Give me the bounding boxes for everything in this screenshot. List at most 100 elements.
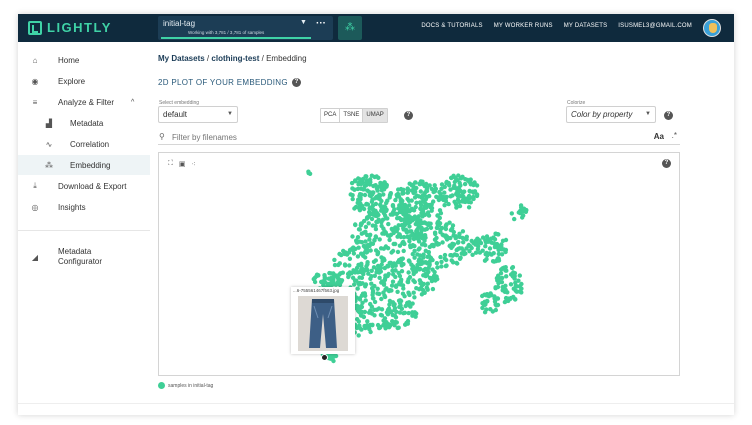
embedding-point[interactable] xyxy=(422,227,428,232)
embedding-point[interactable] xyxy=(382,213,388,218)
embedding-point[interactable] xyxy=(504,274,509,279)
embedding-point[interactable] xyxy=(415,227,420,232)
embedding-point[interactable] xyxy=(384,200,389,206)
nav-docs-tutorials[interactable]: DOCS & TUTORIALS xyxy=(421,23,482,29)
embedding-point[interactable] xyxy=(377,237,382,242)
help-icon[interactable]: ? xyxy=(662,159,671,168)
embedding-point[interactable] xyxy=(376,266,382,271)
embedding-point[interactable] xyxy=(406,270,411,275)
embedding-point[interactable] xyxy=(471,190,476,195)
embedding-point[interactable] xyxy=(393,268,398,273)
embedding-point[interactable] xyxy=(458,255,463,260)
embedding-point[interactable] xyxy=(508,272,514,277)
embedding-point[interactable] xyxy=(487,246,493,251)
embedding-point[interactable] xyxy=(505,296,511,301)
embedding-point[interactable] xyxy=(484,250,489,256)
tag-select[interactable]: initial-tag ▼ ··· Working with 3,781 / 3… xyxy=(158,16,333,40)
embedding-point[interactable] xyxy=(426,250,431,255)
image-icon[interactable]: ▣ xyxy=(179,160,186,168)
more-icon[interactable]: ··· xyxy=(316,18,326,29)
embedding-point[interactable] xyxy=(383,326,388,331)
embedding-point[interactable] xyxy=(382,318,387,324)
sidebar-item-correlation[interactable]: ∿ Correlation xyxy=(18,134,150,154)
embedding-point[interactable] xyxy=(361,218,367,224)
embedding-point[interactable] xyxy=(352,187,357,192)
embedding-point[interactable] xyxy=(362,323,367,329)
embedding-point[interactable] xyxy=(356,319,361,324)
embedding-point[interactable] xyxy=(480,305,485,311)
embedding-point[interactable] xyxy=(364,202,369,207)
lightly-logo[interactable]: LIGHTLY xyxy=(28,20,112,35)
embedding-point[interactable] xyxy=(446,201,451,207)
embedding-point[interactable] xyxy=(365,232,370,238)
embedding-point[interactable] xyxy=(412,295,417,300)
help-icon[interactable]: ? xyxy=(292,78,301,87)
embedding-point[interactable] xyxy=(397,215,402,221)
embedding-point[interactable] xyxy=(510,265,516,270)
embedding-point[interactable] xyxy=(376,217,381,222)
embedding-point[interactable] xyxy=(314,273,319,279)
embedding-point[interactable] xyxy=(306,170,311,176)
embedding-point[interactable] xyxy=(401,225,406,231)
embedding-point[interactable] xyxy=(424,273,430,278)
embedding-point[interactable] xyxy=(508,282,514,287)
embedding-point[interactable] xyxy=(350,275,356,280)
embedding-point[interactable] xyxy=(388,191,393,196)
embedding-point[interactable] xyxy=(400,291,406,296)
embedding-point[interactable] xyxy=(411,271,416,277)
embedding-point[interactable] xyxy=(367,326,372,332)
embedding-point[interactable] xyxy=(417,181,422,186)
sidebar-item-insights[interactable]: ◎ Insights xyxy=(18,197,150,217)
embedding-point[interactable] xyxy=(354,240,360,245)
embedding-point[interactable] xyxy=(396,194,402,199)
embedding-point[interactable] xyxy=(449,175,454,180)
embedding-point[interactable] xyxy=(393,227,399,232)
embedding-point[interactable] xyxy=(434,235,439,241)
embedding-point[interactable] xyxy=(448,253,453,258)
embedding-point[interactable] xyxy=(453,185,458,191)
embedding-point[interactable] xyxy=(412,195,418,200)
embedding-point[interactable] xyxy=(391,321,396,327)
embedding-point[interactable] xyxy=(427,261,432,267)
nav-my-datasets[interactable]: MY DATASETS xyxy=(564,23,608,29)
embedding-scatter[interactable] xyxy=(159,153,680,376)
embedding-point[interactable] xyxy=(437,215,442,221)
embedding-point[interactable] xyxy=(380,258,385,263)
embedding-point[interactable] xyxy=(355,254,361,259)
embedding-point[interactable] xyxy=(363,282,369,287)
embedding-point[interactable] xyxy=(444,236,450,241)
help-icon[interactable]: ? xyxy=(664,111,673,120)
embedding-point[interactable] xyxy=(424,181,429,187)
embedding-point[interactable] xyxy=(422,220,427,225)
embedding-point[interactable] xyxy=(404,218,409,223)
embedding-point[interactable] xyxy=(433,231,438,237)
embedding-point[interactable] xyxy=(513,280,518,285)
embedding-point[interactable] xyxy=(395,260,401,265)
embedding-point[interactable] xyxy=(365,267,370,273)
embedding-point[interactable] xyxy=(417,200,423,205)
embedding-point[interactable] xyxy=(410,310,415,315)
embedding-point[interactable] xyxy=(385,311,391,317)
embedding-point[interactable] xyxy=(401,235,407,240)
embedding-point[interactable] xyxy=(492,237,498,242)
embedding-point[interactable] xyxy=(381,282,387,287)
embedding-point[interactable] xyxy=(356,205,361,210)
embedding-point[interactable] xyxy=(397,232,402,237)
embedding-point[interactable] xyxy=(390,279,396,284)
embedding-point[interactable] xyxy=(502,299,508,305)
embedding-point[interactable] xyxy=(405,186,410,191)
embedding-point[interactable] xyxy=(409,232,415,238)
embedding-point[interactable] xyxy=(466,205,472,210)
embedding-point[interactable] xyxy=(484,292,490,297)
embedding-point[interactable] xyxy=(442,190,447,195)
embedding-point[interactable] xyxy=(400,256,405,261)
embedding-point[interactable] xyxy=(462,181,468,187)
embedding-point[interactable] xyxy=(424,187,429,193)
embedding-point[interactable] xyxy=(332,262,338,268)
embedding-point[interactable] xyxy=(428,225,434,230)
embedding-point[interactable] xyxy=(351,245,356,250)
colorize-select[interactable]: Color by property ▼ xyxy=(566,106,656,123)
embedding-point[interactable] xyxy=(458,176,464,181)
embedding-point[interactable] xyxy=(455,261,460,266)
box-select-icon[interactable]: ⛶ xyxy=(168,160,173,168)
